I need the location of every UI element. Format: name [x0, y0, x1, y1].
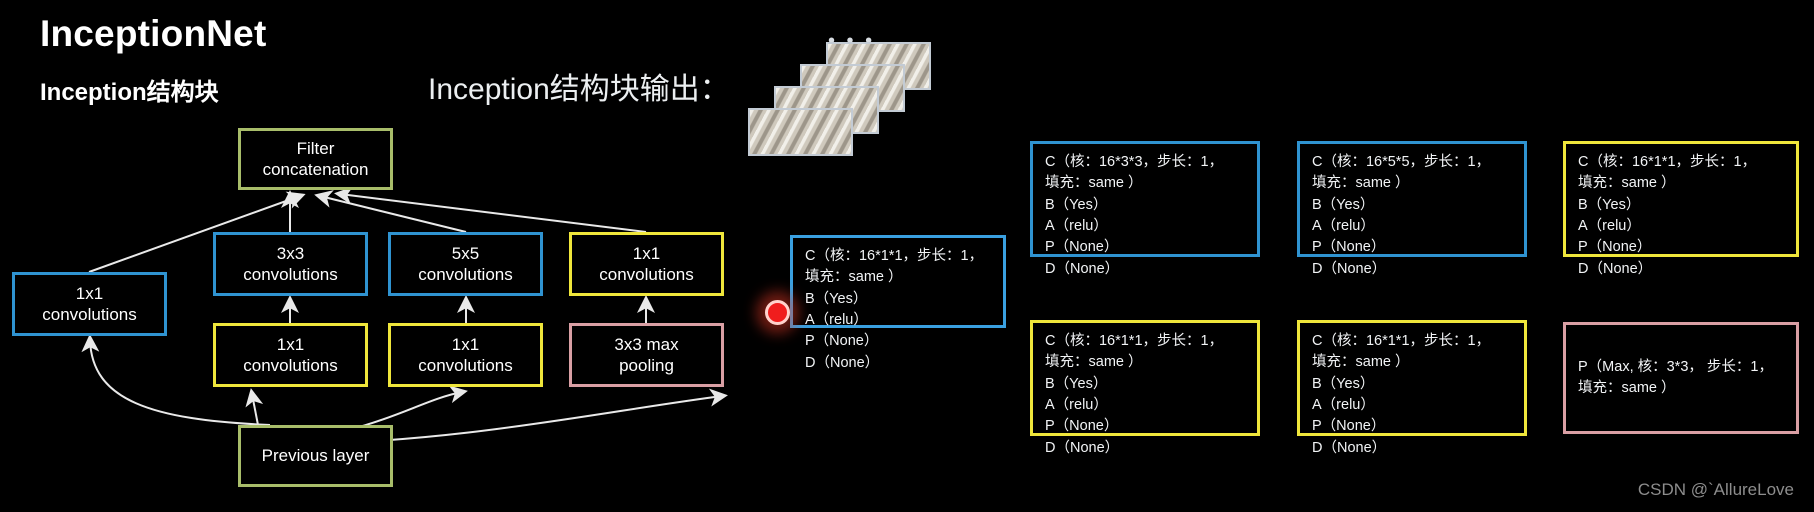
spec-box-5x5-conv: C（核：16*5*5，步长：1， 填充：same ） B（Yes） A（relu…	[1297, 141, 1527, 277]
spec-box-max-pooling: P（Max, 核：3*3， 步长：1， 填充：same ）	[1563, 322, 1799, 434]
node-label: 1x1 convolutions	[599, 243, 694, 284]
section-subtitle: Inception结构块	[40, 79, 219, 106]
feature-map-stack: • • •	[720, 30, 945, 177]
marker-dot-icon	[765, 300, 790, 325]
page-title: InceptionNet	[40, 13, 267, 54]
spec-box-1x1-conv-right: C（核：16*1*1，步长：1， 填充：same ） B（Yes） A（relu…	[1563, 141, 1799, 277]
node-label: 3x3 convolutions	[243, 243, 338, 284]
node-label: 3x3 max pooling	[614, 334, 679, 375]
node-3x3-max-pooling[interactable]: 3x3 max pooling	[569, 323, 724, 387]
spec-box-1x1-conv-a: C（核：16*1*1，步长：1， 填充：same ） B（Yes） A（relu…	[1030, 320, 1260, 456]
node-label: 1x1 convolutions	[418, 334, 513, 375]
spec-box-center-1x1: C（核：16*1*1，步长：1， 填充：same ） B（Yes） A（relu…	[790, 235, 1006, 371]
node-3x3-convolutions[interactable]: 3x3 convolutions	[213, 232, 368, 296]
node-1x1-convolutions-a[interactable]: 1x1 convolutions	[213, 323, 368, 387]
spec-box-3x3-conv: C（核：16*3*3，步长：1， 填充：same ） B（Yes） A（relu…	[1030, 141, 1260, 277]
node-label: 1x1 convolutions	[42, 283, 137, 324]
node-1x1-convolutions-right[interactable]: 1x1 convolutions	[569, 232, 724, 296]
feature-map-image	[748, 108, 853, 156]
node-previous-layer[interactable]: Previous layer	[238, 425, 393, 487]
node-label: 5x5 convolutions	[418, 243, 513, 284]
node-label: Previous layer	[261, 446, 370, 466]
node-filter-concatenation[interactable]: Filter concatenation	[238, 128, 393, 190]
node-1x1-convolutions-b[interactable]: 1x1 convolutions	[388, 323, 543, 387]
node-1x1-convolutions-left[interactable]: 1x1 convolutions	[12, 272, 167, 336]
node-label: 1x1 convolutions	[243, 334, 338, 375]
slide-canvas: InceptionNet Inception结构块 Inception结构块输出…	[0, 0, 1814, 512]
output-heading: Inception结构块输出：	[428, 73, 730, 106]
spec-box-1x1-conv-b: C（核：16*1*1，步长：1， 填充：same ） B（Yes） A（relu…	[1297, 320, 1527, 456]
watermark: CSDN @`AllureLove	[1637, 480, 1794, 499]
node-label: Filter concatenation	[262, 138, 369, 179]
node-5x5-convolutions[interactable]: 5x5 convolutions	[388, 232, 543, 296]
